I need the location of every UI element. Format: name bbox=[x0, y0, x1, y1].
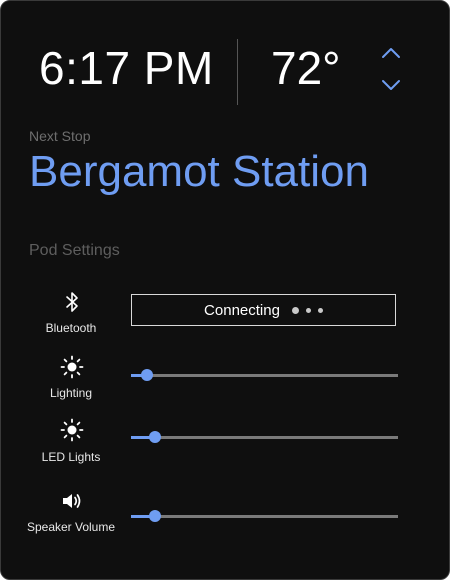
sun-icon bbox=[60, 355, 84, 379]
bluetooth-label: Bluetooth bbox=[45, 321, 97, 335]
speaker-volume-slider[interactable] bbox=[131, 509, 398, 523]
bluetooth-icon bbox=[60, 290, 84, 314]
pod-settings-heading: Pod Settings bbox=[29, 242, 120, 259]
loading-dots-icon bbox=[291, 306, 323, 314]
led-lights-slider-track bbox=[131, 436, 398, 439]
lighting-slider[interactable] bbox=[131, 368, 398, 382]
lighting-slider-thumb[interactable] bbox=[141, 369, 154, 381]
chevron-down-icon bbox=[382, 80, 400, 90]
temperature-down-button[interactable] bbox=[381, 77, 401, 93]
lighting-slider-track bbox=[131, 374, 398, 377]
clock-time: 6:17 PM bbox=[39, 42, 214, 94]
led-lights-label: LED Lights bbox=[41, 450, 101, 464]
temperature-readout: 72° bbox=[271, 42, 341, 94]
speaker-volume-slider-track bbox=[131, 515, 398, 518]
pod-control-panel: 6:17 PM 72° Next Stop Bergamot Station P… bbox=[0, 0, 450, 580]
speaker-volume-slider-thumb[interactable] bbox=[149, 510, 162, 522]
temperature-up-button[interactable] bbox=[381, 45, 401, 61]
next-stop-label: Next Stop bbox=[29, 128, 91, 144]
bluetooth-connect-button[interactable]: Connecting bbox=[131, 294, 396, 326]
bluetooth-status: Connecting bbox=[204, 301, 280, 319]
led-lights-slider-thumb[interactable] bbox=[149, 431, 162, 443]
speaker-icon bbox=[60, 489, 84, 513]
next-stop-station: Bergamot Station bbox=[29, 147, 369, 196]
header-divider bbox=[237, 39, 238, 105]
speaker-volume-label: Speaker Volume bbox=[26, 520, 116, 534]
lighting-label: Lighting bbox=[49, 386, 93, 400]
sun-icon bbox=[60, 418, 84, 442]
led-lights-slider[interactable] bbox=[131, 430, 398, 444]
chevron-up-icon bbox=[382, 48, 400, 58]
